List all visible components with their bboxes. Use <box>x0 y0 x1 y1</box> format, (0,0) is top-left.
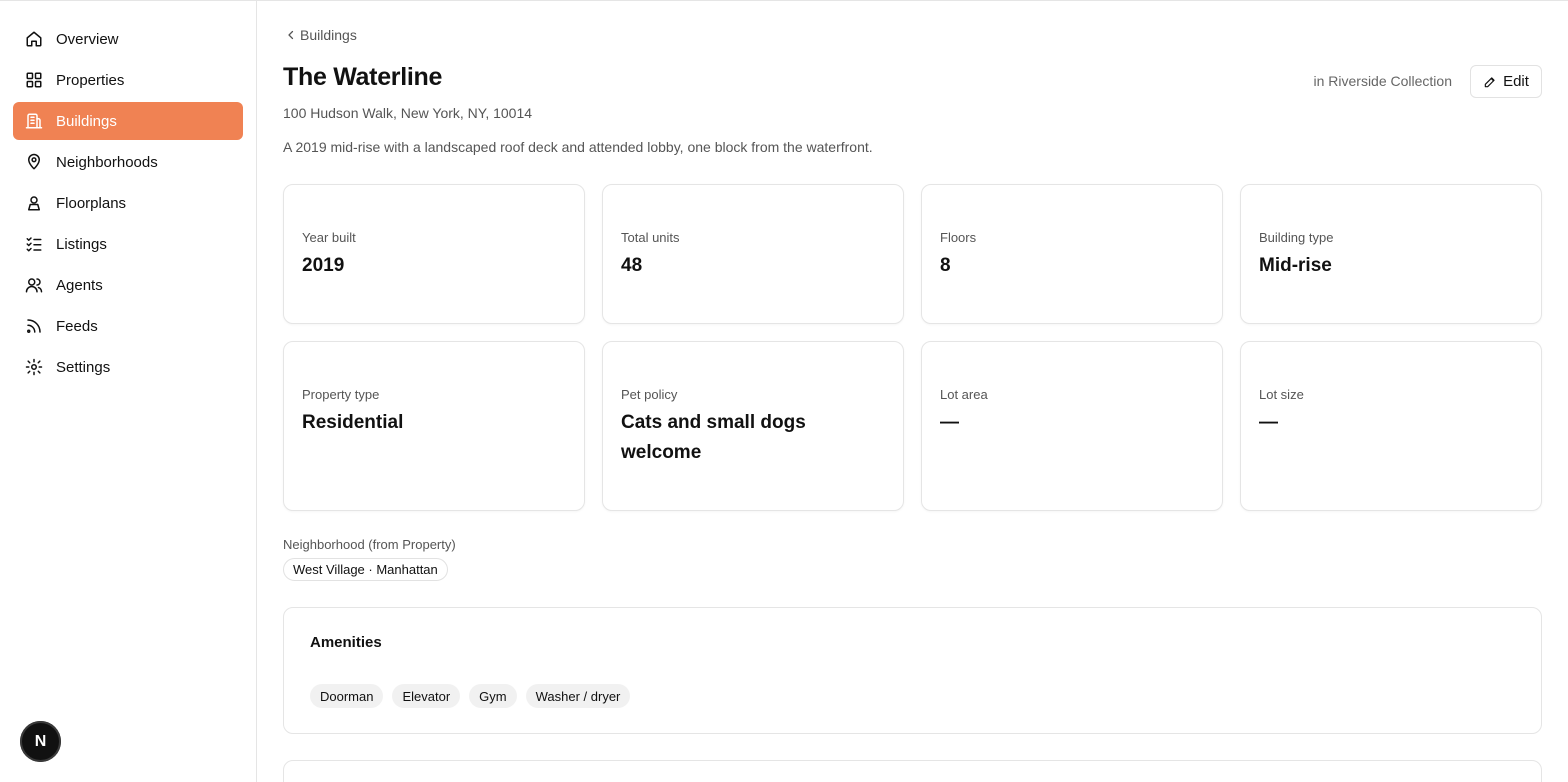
sidebar-item-label: Listings <box>56 235 107 253</box>
floorplan-icon <box>25 194 43 212</box>
stat-value: Cats and small dogs welcome <box>621 412 806 463</box>
stat-card-property-type: Property type Residential <box>283 341 585 511</box>
sidebar-item-neighborhoods[interactable]: Neighborhoods <box>13 143 243 181</box>
stat-card-lot-size: Lot size — <box>1240 341 1542 511</box>
building-address: 100 Hudson Walk, New York, NY, 10014 <box>283 105 533 121</box>
building-description: A 2019 mid-rise with a landscaped roof d… <box>283 139 873 155</box>
sidebar-item-settings[interactable]: Settings <box>13 348 243 386</box>
sidebar-item-floorplans[interactable]: Floorplans <box>13 184 243 222</box>
stat-value: Mid-rise <box>1259 255 1332 276</box>
sidebar-item-feeds[interactable]: Feeds <box>13 307 243 345</box>
stat-card-lot-area: Lot area — <box>921 341 1223 511</box>
sidebar-item-buildings[interactable]: Buildings <box>13 102 243 140</box>
chevron-left-icon <box>285 29 300 41</box>
stat-value: — <box>940 412 959 433</box>
stat-card-year-built: Year built 2019 <box>283 184 585 324</box>
stat-label: Lot size <box>1259 387 1304 402</box>
sidebar-item-label: Neighborhoods <box>56 153 158 171</box>
stat-card-building-type: Building type Mid-rise <box>1240 184 1542 324</box>
stat-label: Lot area <box>940 387 988 402</box>
sidebar-item-overview[interactable]: Overview <box>13 20 243 58</box>
building-icon <box>25 112 43 130</box>
grid-icon <box>25 71 43 89</box>
users-icon <box>25 276 43 294</box>
stat-label: Total units <box>621 230 680 245</box>
sidebar-item-properties[interactable]: Properties <box>13 61 243 99</box>
stat-value: — <box>1259 412 1278 433</box>
amenity-chip: Elevator <box>392 684 461 708</box>
sidebar: Overview Properties Buildings Neighborho… <box>0 1 257 782</box>
stat-label: Year built <box>302 230 356 245</box>
pencil-icon <box>1483 75 1503 89</box>
neighborhood-label: Neighborhood (from Property) <box>283 537 456 552</box>
map-pin-icon <box>25 153 43 171</box>
avatar[interactable]: N <box>20 721 61 762</box>
stat-label: Property type <box>302 387 380 402</box>
stat-card-floors: Floors 8 <box>921 184 1223 324</box>
sidebar-item-label: Overview <box>56 30 119 48</box>
rss-icon <box>25 317 43 335</box>
amenities-title: Amenities <box>310 634 382 651</box>
sidebar-item-label: Agents <box>56 276 103 294</box>
stat-value: 48 <box>621 255 643 276</box>
home-icon <box>25 30 43 48</box>
amenities-list: Doorman Elevator Gym Washer / dryer <box>310 684 631 708</box>
collection-label[interactable]: in Riverside Collection <box>1313 73 1452 89</box>
stat-label: Floors <box>940 230 977 245</box>
stat-value: 2019 <box>302 255 345 276</box>
edit-button-label: Edit <box>1503 73 1529 90</box>
sidebar-item-agents[interactable]: Agents <box>13 266 243 304</box>
page-title: The Waterline <box>283 63 443 91</box>
breadcrumb[interactable]: Buildings <box>285 27 357 43</box>
sidebar-item-label: Buildings <box>56 112 117 130</box>
breadcrumb-link[interactable]: Buildings <box>300 27 357 43</box>
main-content: Buildings The Waterline 100 Hudson Walk,… <box>283 0 1542 782</box>
stat-label: Pet policy <box>621 387 678 402</box>
sidebar-item-label: Settings <box>56 358 111 376</box>
gear-icon <box>25 358 43 376</box>
amenity-chip: Gym <box>469 684 517 708</box>
sidebar-item-listings[interactable]: Listings <box>13 225 243 263</box>
list-checks-icon <box>25 235 43 253</box>
stat-value: Residential <box>302 412 404 433</box>
neighborhood-chip[interactable]: West Village · Manhattan <box>283 558 448 581</box>
sidebar-nav: Overview Properties Buildings Neighborho… <box>13 20 243 389</box>
edit-button[interactable]: Edit <box>1470 65 1542 98</box>
stat-card-total-units: Total units 48 <box>602 184 904 324</box>
sidebar-item-label: Properties <box>56 71 125 89</box>
stat-value: 8 <box>940 255 951 276</box>
amenity-chip: Washer / dryer <box>525 684 631 708</box>
stat-label: Building type <box>1259 230 1334 245</box>
amenity-chip: Doorman <box>310 684 384 708</box>
amenities-card: Amenities Doorman Elevator Gym Washer / … <box>283 607 1542 734</box>
sidebar-item-label: Feeds <box>56 317 98 335</box>
next-section-card <box>283 760 1542 782</box>
sidebar-item-label: Floorplans <box>56 194 127 212</box>
stat-card-pet-policy: Pet policy Cats and small dogs welcome <box>602 341 904 511</box>
